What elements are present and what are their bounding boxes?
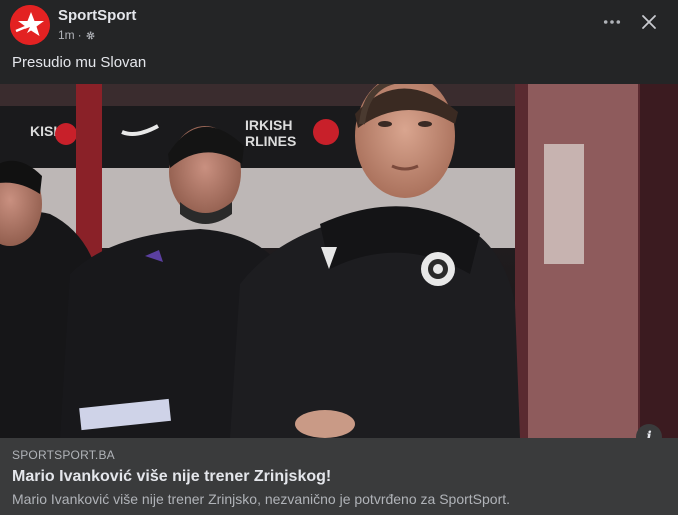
coaches-photo: KISH IRKISH RLINES <box>0 84 678 438</box>
facebook-post: SportSport 1m · Presudio mu Slovan KISH … <box>0 0 678 515</box>
meta-separator: · <box>77 28 82 42</box>
link-preview-image[interactable]: KISH IRKISH RLINES <box>0 84 678 438</box>
close-button[interactable] <box>635 9 663 35</box>
post-text: Presudio mu Slovan <box>12 54 147 71</box>
ellipsis-icon <box>603 20 621 24</box>
gear-icon[interactable] <box>85 30 96 41</box>
link-description: Mario Ivanković više nije trener Zrinjsk… <box>12 491 511 507</box>
link-title[interactable]: Mario Ivanković više nije trener Zrinjsk… <box>12 468 331 486</box>
svg-text:IRKISH: IRKISH <box>245 117 292 133</box>
link-domain: SPORTSPORT.BA <box>12 448 115 462</box>
post-time[interactable]: 1m <box>58 28 75 42</box>
page-avatar[interactable] <box>10 5 50 45</box>
page-name[interactable]: SportSport <box>58 7 136 24</box>
more-options-button[interactable] <box>598 10 626 34</box>
sportsport-logo-icon <box>10 5 50 45</box>
close-icon <box>642 15 656 29</box>
link-preview-card[interactable]: SPORTSPORT.BA Mario Ivanković više nije … <box>0 438 678 515</box>
svg-text:RLINES: RLINES <box>245 133 296 149</box>
post-meta: 1m · <box>58 28 96 42</box>
